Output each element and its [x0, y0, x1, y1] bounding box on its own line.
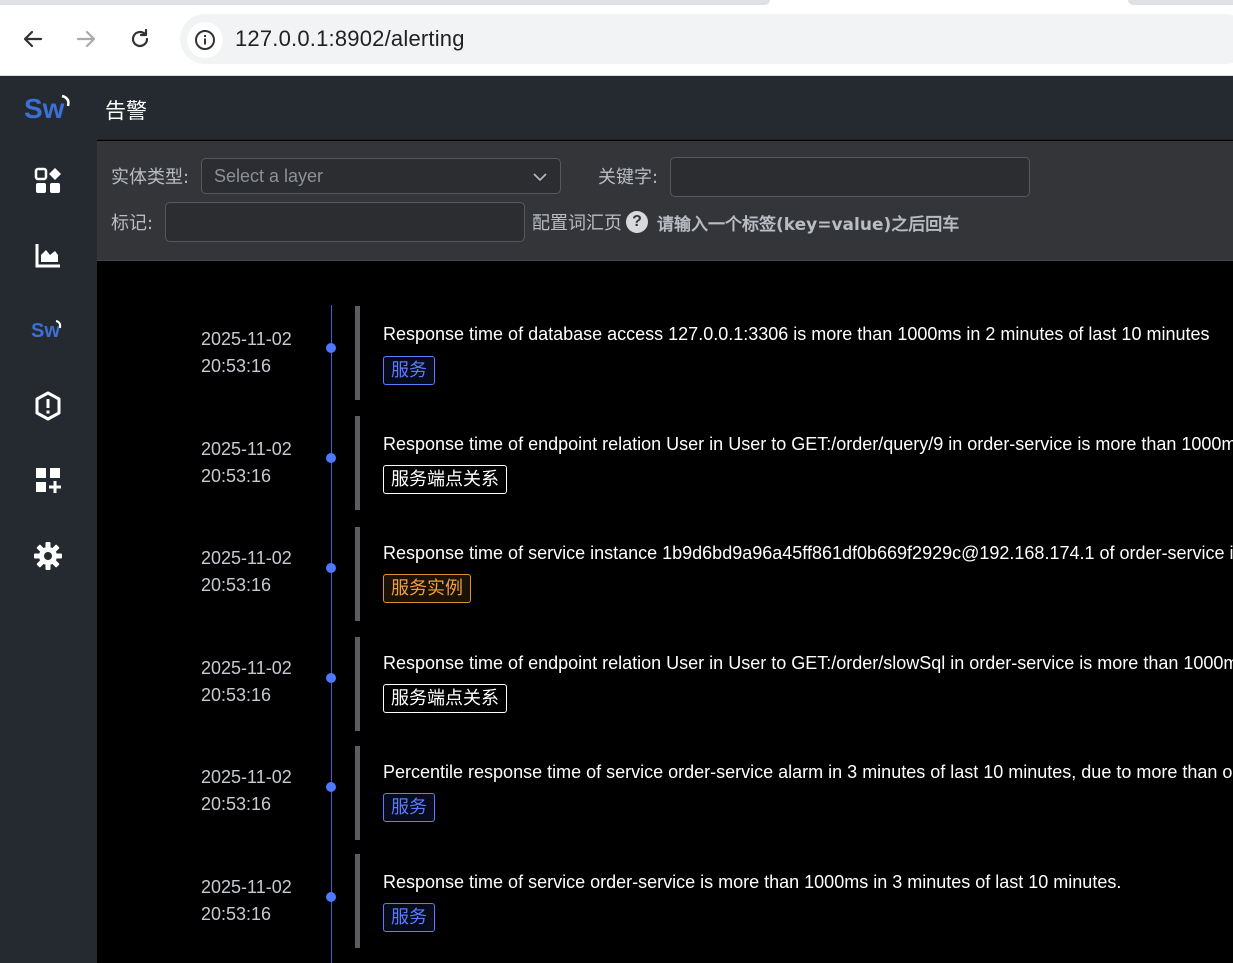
alert-scope-tag: 服务	[383, 793, 435, 822]
tag-input[interactable]	[165, 202, 525, 242]
alert-time: 20:53:16	[201, 356, 272, 376]
entity-type-label: 实体类型:	[111, 167, 190, 188]
skywalking-logo[interactable]: Sw	[22, 90, 74, 124]
alert-message: Percentile response time of service orde…	[383, 762, 1233, 782]
alert-message: Response time of service order-service i…	[383, 872, 1122, 892]
reload-icon	[131, 28, 149, 48]
alert-shield-icon[interactable]	[31, 389, 65, 423]
skywalking-logo-icon[interactable]: Sw	[31, 312, 65, 346]
timeline-dot	[326, 892, 336, 902]
timeline-dot	[326, 563, 336, 573]
alert-timestamp: 2025-11-02 20:53:16	[201, 655, 292, 709]
page-title: 告警	[105, 99, 147, 123]
alert-scope-tag: 服务实例	[383, 574, 471, 603]
back-button[interactable]	[17, 23, 49, 55]
alert-scope-tag: 服务	[383, 356, 435, 385]
alert-time: 20:53:16	[201, 575, 272, 595]
alert-bar	[355, 416, 360, 510]
tag-input-hint: 请输入一个标签(key=value)之后回车	[657, 215, 960, 235]
url-text[interactable]: 127.0.0.1:8902/alerting	[235, 26, 465, 52]
alert-date: 2025-11-02	[201, 877, 292, 897]
alert-bar	[355, 306, 360, 400]
alert-bar	[355, 527, 360, 621]
timeline-dot	[326, 343, 336, 353]
alert-scope-tag: 服务	[383, 903, 435, 932]
alert-time: 20:53:16	[201, 904, 272, 924]
help-icon[interactable]: ?	[626, 211, 648, 233]
page-header	[97, 76, 1233, 140]
alert-time: 20:53:16	[201, 466, 272, 486]
alert-date: 2025-11-02	[201, 439, 292, 459]
svg-text:Sw: Sw	[31, 320, 60, 341]
keyword-label: 关键字:	[598, 167, 659, 188]
alert-date: 2025-11-02	[201, 767, 292, 787]
add-widget-icon[interactable]	[31, 463, 65, 497]
tag-label: 标记:	[111, 213, 154, 234]
sidebar	[0, 76, 97, 963]
timeline-dot	[326, 673, 336, 683]
tab-strip-right	[1128, 0, 1233, 5]
keyword-input[interactable]	[670, 157, 1030, 197]
alert-bar	[355, 854, 360, 948]
gear-icon[interactable]	[31, 539, 65, 573]
alert-timestamp: 2025-11-02 20:53:16	[201, 545, 292, 599]
timeline-dot	[326, 782, 336, 792]
timeline-dot	[326, 453, 336, 463]
alert-message: Response time of service instance 1b9d6b…	[383, 543, 1233, 563]
alert-item: 2025-11-02 20:53:16 Response time of endp…	[97, 634, 1233, 744]
alert-timestamp: 2025-11-02 20:53:16	[201, 436, 292, 490]
alert-time: 20:53:16	[201, 685, 272, 705]
area-chart-icon[interactable]	[31, 238, 65, 272]
back-arrow-icon	[23, 30, 43, 48]
alert-message: Response time of database access 127.0.0…	[383, 324, 1210, 344]
alert-bar	[355, 637, 360, 731]
site-info-button[interactable]	[187, 22, 223, 58]
entity-type-placeholder: Select a layer	[214, 166, 324, 186]
alert-timestamp: 2025-11-02 20:53:16	[201, 764, 292, 818]
alert-date: 2025-11-02	[201, 548, 292, 568]
alert-item: 2025-11-02 20:53:16 Response time of serv…	[97, 524, 1233, 634]
tab-strip	[0, 0, 770, 5]
alert-item: 2025-11-02 20:53:16 Response time of serv…	[97, 853, 1233, 963]
alert-scope-tag: 服务端点关系	[383, 684, 507, 713]
entity-type-select[interactable]: Select a layer	[201, 158, 561, 194]
dashboard-widgets-icon[interactable]	[31, 164, 65, 198]
alert-scope-tag: 服务端点关系	[383, 465, 507, 494]
chevron-down-icon	[533, 173, 547, 182]
svg-text:Sw: Sw	[24, 93, 65, 124]
forward-arrow-icon	[76, 30, 96, 48]
info-icon	[195, 30, 215, 50]
alert-timestamp: 2025-11-02 20:53:16	[201, 874, 292, 928]
alert-bar	[355, 746, 360, 840]
alert-message: Response time of endpoint relation User …	[383, 653, 1233, 673]
alert-date: 2025-11-02	[201, 329, 292, 349]
forward-button[interactable]	[70, 23, 102, 55]
alert-item: 2025-11-02 20:53:16 Percentile response t…	[97, 743, 1233, 853]
alert-date: 2025-11-02	[201, 658, 292, 678]
alert-time: 20:53:16	[201, 794, 272, 814]
alert-message: Response time of endpoint relation User …	[383, 434, 1233, 454]
alert-timestamp: 2025-11-02 20:53:16	[201, 326, 292, 380]
alert-item: 2025-11-02 20:53:16 Response time of endp…	[97, 415, 1233, 525]
reload-button[interactable]	[124, 23, 156, 55]
config-vocabulary-link[interactable]: 配置词汇页	[532, 209, 622, 235]
alert-item: 2025-11-02 20:53:16 Response time of data…	[97, 305, 1233, 415]
